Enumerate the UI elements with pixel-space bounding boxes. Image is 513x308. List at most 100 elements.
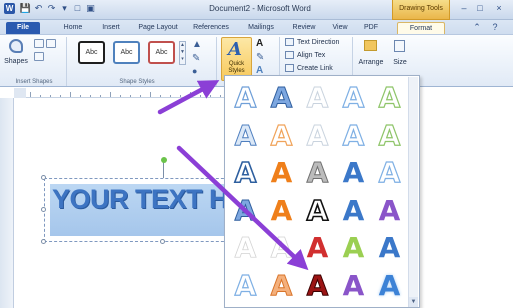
shape-styles-more-icon[interactable]: ▲ ▼ ▾	[179, 41, 186, 65]
wordart-style-solid-orange[interactable]: A	[265, 193, 298, 229]
wordart-style-glow-blue[interactable]: A	[373, 268, 406, 304]
wordart-style-outline-green[interactable]: A	[373, 80, 406, 116]
wordart-style-outline-orange[interactable]: A	[265, 118, 298, 154]
ruler-tick	[90, 95, 91, 97]
wordart-style-gradient-blue[interactable]: A	[229, 193, 262, 229]
wordart-style-outline-faint[interactable]: A	[301, 80, 334, 116]
ruler-tick	[100, 95, 101, 97]
create-link-button[interactable]: Create Link	[285, 64, 333, 72]
shapes-icon	[9, 39, 23, 53]
maximize-icon[interactable]: □	[473, 2, 487, 14]
wordart-style-solid-green[interactable]: A	[337, 230, 370, 266]
tab-pdf[interactable]: PDF	[362, 22, 380, 34]
ruler-tick	[220, 95, 221, 97]
shape-style-red[interactable]: Abc	[148, 41, 175, 64]
wordart-style-outline-faint[interactable]: A	[301, 118, 334, 154]
wordart-style-faint-white[interactable]: A	[265, 230, 298, 266]
horizontal-ruler[interactable]	[14, 88, 224, 98]
text-outline-icon[interactable]: ✎	[256, 52, 264, 63]
text-direction-icon	[285, 38, 294, 46]
wordart-style-outline-blue[interactable]: A	[229, 155, 262, 191]
wordart-style-gradient-orange[interactable]: A	[265, 268, 298, 304]
align-text-button[interactable]: Align Tex	[285, 51, 325, 59]
wordart-style-outline-sky[interactable]: A	[337, 118, 370, 154]
resize-handle[interactable]	[41, 175, 46, 180]
word-app-icon[interactable]: W	[4, 3, 15, 14]
size-icon	[394, 40, 405, 52]
ruler-tick	[140, 95, 141, 97]
gallery-scrollbar[interactable]: ▼	[408, 77, 418, 307]
size-button[interactable]: Size	[389, 37, 411, 73]
wordart-style-faint-white[interactable]: A	[229, 230, 262, 266]
quick-styles-label: Quick Styles	[228, 61, 245, 74]
scissors-shape-icon[interactable]	[46, 39, 56, 48]
rotate-handle[interactable]	[161, 157, 167, 163]
shape-style-blue[interactable]: Abc	[113, 41, 140, 64]
wordart-style-gradient-blue[interactable]: A	[265, 80, 298, 116]
tab-references[interactable]: References	[191, 22, 231, 34]
gallery-scroll-down-icon[interactable]: ▼	[409, 297, 418, 307]
undo-icon[interactable]: ↶	[33, 3, 44, 14]
wordart-style-outline-sky[interactable]: A	[373, 155, 406, 191]
tab-review[interactable]: Review	[289, 22, 319, 34]
ruler-tick	[30, 92, 31, 97]
text-box-text[interactable]: YOUR TEXT H	[52, 184, 229, 215]
resize-handle[interactable]	[41, 207, 46, 212]
arrange-button[interactable]: Arrange	[357, 37, 385, 73]
help-icon[interactable]: ?	[488, 21, 502, 33]
shape-styles-group-label: Shape Styles	[119, 79, 155, 85]
ruler-tick	[70, 92, 71, 97]
ruler-tick	[160, 95, 161, 97]
tab-file[interactable]: File	[6, 22, 40, 34]
rotate-handle-stem	[163, 162, 164, 178]
close-icon[interactable]: ×	[492, 2, 506, 14]
redo-icon[interactable]: ↷	[46, 3, 57, 14]
wordart-style-solid-blue[interactable]: A	[337, 155, 370, 191]
group-divider	[66, 37, 67, 86]
resize-handle[interactable]	[41, 239, 46, 244]
text-fill-icon[interactable]: A	[256, 38, 263, 49]
tab-format[interactable]: Format	[397, 22, 445, 34]
tab-view[interactable]: View	[329, 22, 351, 34]
wordart-style-outline-sky[interactable]: A	[337, 80, 370, 116]
minimize-ribbon-icon[interactable]: ⌃	[470, 21, 484, 33]
wordart-style-solid-blue[interactable]: A	[337, 193, 370, 229]
wordart-style-dark-red[interactable]: A	[301, 268, 334, 304]
wordart-style-outline-blue-fill[interactable]: A	[229, 118, 262, 154]
group-divider	[216, 37, 217, 86]
window-title: Document2 - Microsoft Word	[209, 4, 311, 13]
wordart-style-outline-light-blue[interactable]: A	[229, 80, 262, 116]
wordart-style-outline-sky[interactable]: A	[229, 268, 262, 304]
wordart-style-solid-purple[interactable]: A	[373, 193, 406, 229]
wordart-style-solid-orange[interactable]: A	[265, 155, 298, 191]
draw-text-box-icon[interactable]	[34, 52, 44, 61]
edit-shape-icon[interactable]	[34, 39, 44, 48]
new-document-icon[interactable]: ▣	[85, 3, 96, 14]
shape-outline-icon[interactable]: ✎	[192, 53, 200, 64]
text-direction-button[interactable]: Text Direction	[285, 38, 339, 46]
tab-insert[interactable]: Insert	[97, 22, 125, 34]
wordart-style-solid-red[interactable]: A	[301, 230, 334, 266]
vertical-ruler[interactable]	[0, 98, 14, 308]
shape-style-black[interactable]: Abc	[78, 41, 105, 64]
tab-page-layout[interactable]: Page Layout	[135, 22, 181, 34]
wordart-style-metallic-grey[interactable]: A	[301, 155, 334, 191]
tab-mailings[interactable]: Mailings	[244, 22, 278, 34]
tab-home[interactable]: Home	[60, 22, 86, 34]
print-preview-icon[interactable]: □	[72, 3, 83, 14]
shape-fill-icon[interactable]: ▲	[192, 39, 202, 50]
shape-effects-icon[interactable]: ●	[192, 66, 197, 76]
wordart-style-black-outline[interactable]: A	[301, 193, 334, 229]
save-icon[interactable]: 💾	[20, 3, 31, 14]
shapes-label: Shapes	[4, 58, 28, 65]
wordart-style-outline-green[interactable]: A	[373, 118, 406, 154]
minimize-icon[interactable]: –	[457, 2, 471, 14]
ruler-tick	[40, 95, 41, 97]
wordart-style-solid-purple[interactable]: A	[337, 268, 370, 304]
size-label: Size	[393, 59, 407, 66]
resize-handle[interactable]	[160, 239, 165, 244]
shapes-button[interactable]: Shapes	[4, 37, 28, 75]
quick-access-customize-icon[interactable]: ▾	[59, 3, 70, 14]
wordart-style-solid-blue[interactable]: A	[373, 230, 406, 266]
ruler-tick	[120, 95, 121, 97]
